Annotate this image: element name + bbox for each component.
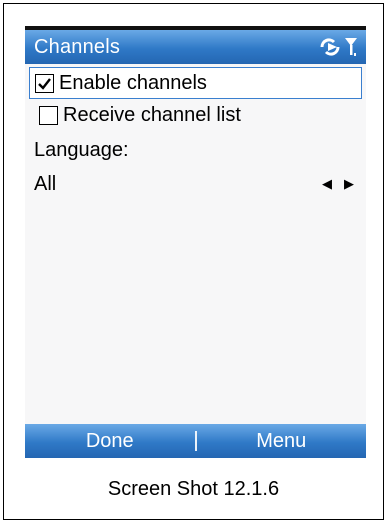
enable-channels-checkbox[interactable] (35, 73, 54, 93)
checkmark-icon (38, 77, 51, 90)
signal-strength-icon (345, 38, 357, 56)
phone-screen: Channels Enable channels Receive channel… (25, 26, 366, 458)
softkey-bar: Done Menu (25, 424, 366, 458)
title-bar: Channels (25, 30, 366, 64)
connectivity-icon (320, 38, 340, 56)
window-title: Channels (34, 35, 121, 58)
enable-channels-label: Enable channels (59, 71, 207, 94)
status-icons (319, 36, 358, 58)
softkey-separator (194, 431, 197, 451)
receive-channel-list-checkbox-row[interactable]: Receive channel list (29, 99, 362, 131)
menu-softkey[interactable]: Menu (197, 430, 367, 453)
right-arrow-icon[interactable]: ▶ (344, 176, 354, 192)
language-value: All (34, 172, 57, 195)
language-arrows[interactable]: ◀ ▶ (322, 176, 354, 192)
receive-channel-list-label: Receive channel list (63, 103, 241, 126)
figure-caption: Screen Shot 12.1.6 (107, 478, 280, 500)
enable-channels-checkbox-row[interactable]: Enable channels (29, 67, 362, 99)
receive-channel-list-checkbox[interactable] (39, 105, 58, 125)
done-softkey[interactable]: Done (25, 430, 195, 453)
left-arrow-icon[interactable]: ◀ (322, 176, 332, 192)
language-selector[interactable]: All ◀ ▶ (25, 167, 366, 201)
language-label: Language: (34, 138, 129, 161)
